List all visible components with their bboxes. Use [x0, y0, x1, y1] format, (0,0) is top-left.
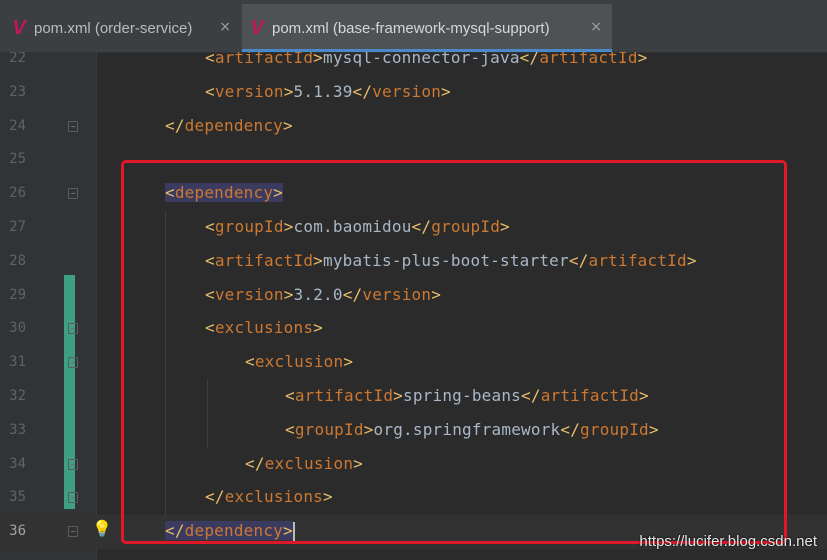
watermark: https://lucifer.blog.csdn.net [639, 533, 817, 550]
close-icon[interactable]: × [590, 19, 602, 35]
code-line[interactable]: 23 <version>5.1.39</version> [0, 76, 827, 110]
tab-pom-order-service[interactable]: V pom.xml (order-service) × [0, 4, 241, 52]
code-token: </ [519, 52, 540, 67]
code-token: mysql-connector-java [323, 52, 520, 67]
line-number: 24 [9, 117, 26, 134]
code-token: > [283, 115, 293, 135]
code-token: < [205, 81, 215, 101]
fold-marker-icon[interactable] [68, 120, 78, 132]
line-number: 33 [9, 421, 26, 438]
fold-marker-icon[interactable] [68, 526, 78, 538]
line-number: 30 [9, 320, 26, 337]
code-token: version [372, 81, 442, 101]
fold-marker-icon[interactable] [68, 188, 78, 200]
line-number: 23 [9, 83, 26, 100]
code-token: </ [165, 115, 185, 135]
annotation-highlight-box [121, 160, 787, 544]
line-number: 31 [9, 354, 26, 371]
code-token: > [283, 81, 294, 101]
code-token: version [214, 81, 284, 101]
code-token: > [441, 81, 451, 101]
fold-marker-icon[interactable] [68, 492, 78, 504]
maven-icon: V [250, 16, 264, 39]
line-number: 34 [9, 455, 26, 472]
code-text: <version>5.1.39</version> [205, 82, 451, 101]
code-token: > [313, 52, 324, 67]
line-number: 35 [9, 489, 26, 506]
line-number: 29 [9, 286, 26, 303]
code-token: </ [352, 81, 373, 101]
code-token: dependency [184, 115, 283, 135]
code-line[interactable]: 22 <artifactId>mysql-connector-java</arti… [0, 52, 827, 76]
code-token: < [205, 52, 215, 67]
code-text: <artifactId>mysql-connector-java</artifa… [205, 52, 648, 67]
code-text: </dependency> [165, 116, 293, 135]
line-number: 22 [9, 52, 26, 66]
code-token: 5.1.39 [293, 81, 353, 101]
code-token: artifactId [214, 52, 314, 67]
line-number: 26 [9, 185, 26, 202]
line-number: 28 [9, 252, 26, 269]
intention-bulb-icon[interactable]: 💡 [92, 519, 112, 538]
fold-marker-icon[interactable] [68, 357, 78, 369]
code-line[interactable]: 24 </dependency> [0, 110, 827, 144]
code-token: > [637, 52, 648, 67]
fold-marker-icon[interactable] [68, 458, 78, 470]
editor-tab-bar: V pom.xml (order-service) × V pom.xml (b… [0, 0, 827, 53]
line-number: 25 [9, 151, 26, 168]
code-token: artifactId [539, 52, 638, 67]
tab-label: pom.xml (order-service) [34, 19, 193, 37]
line-number: 27 [9, 219, 26, 235]
fold-marker-icon[interactable] [68, 323, 78, 335]
line-number: 32 [9, 388, 26, 404]
code-editor[interactable]: 22 <artifactId>mysql-connector-java</arti… [0, 52, 827, 560]
maven-icon: V [12, 16, 26, 39]
tab-label: pom.xml (base-framework-mysql-support) [272, 19, 550, 37]
line-number: 36 [9, 523, 26, 540]
close-icon[interactable]: × [219, 19, 231, 35]
tab-pom-base-framework-mysql-support[interactable]: V pom.xml (base-framework-mysql-support)… [242, 4, 612, 52]
